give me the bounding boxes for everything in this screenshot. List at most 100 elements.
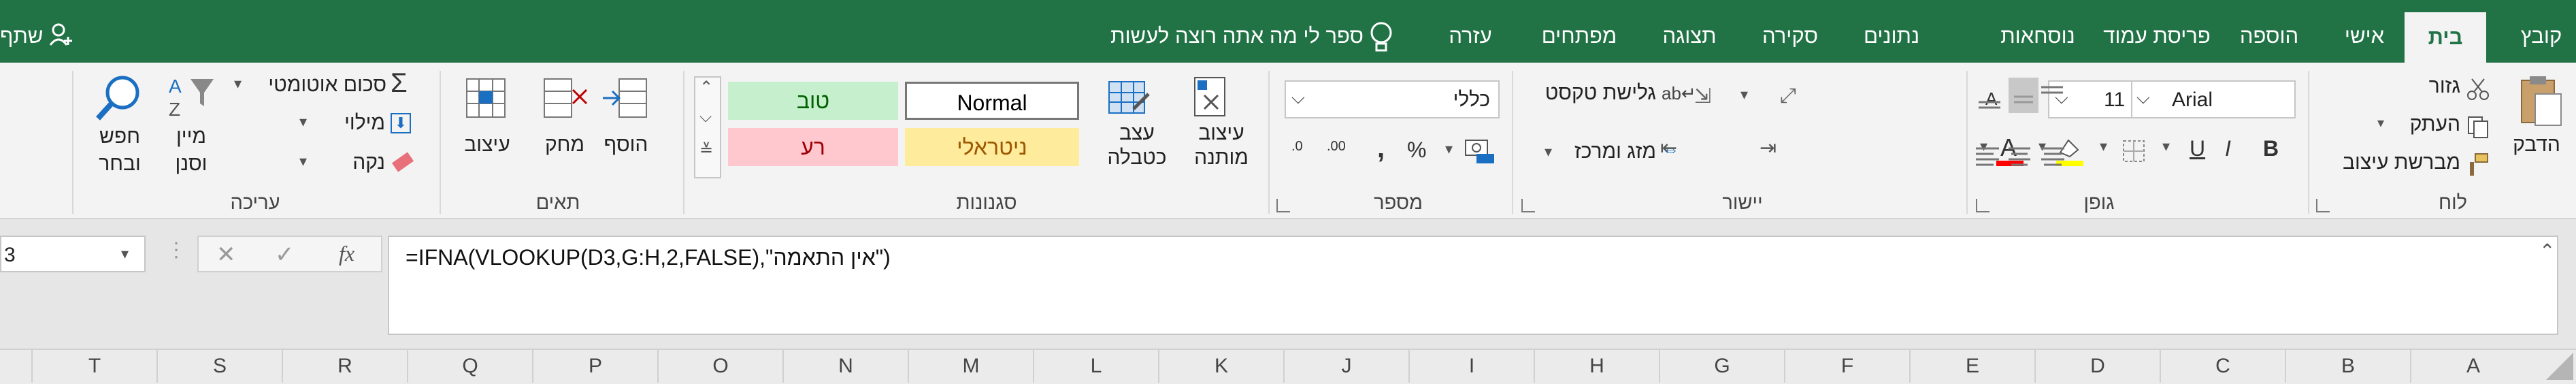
- autosum-button[interactable]: סכום אוטומטי: [257, 74, 386, 97]
- column-header-b[interactable]: B: [2285, 349, 2410, 383]
- insert-cells-icon[interactable]: [599, 74, 653, 125]
- decrease-decimal-button[interactable]: .0: [1291, 139, 1303, 155]
- orientation-dropdown-icon[interactable]: ▾: [1740, 86, 1748, 103]
- column-header-r[interactable]: R: [282, 349, 407, 383]
- number-launcher-icon[interactable]: [1276, 199, 1290, 212]
- enter-edit-icon[interactable]: ✓: [275, 241, 295, 268]
- column-header-k[interactable]: K: [1158, 349, 1283, 383]
- wrap-text-button[interactable]: גלישת טקסט: [1534, 82, 1656, 105]
- column-header-p[interactable]: P: [532, 349, 657, 383]
- column-header-q[interactable]: Q: [407, 349, 532, 383]
- alignment-launcher-icon[interactable]: [1521, 199, 1535, 212]
- column-header-o[interactable]: O: [657, 349, 782, 383]
- column-header-j[interactable]: J: [1283, 349, 1408, 383]
- format-button[interactable]: עיצוב: [453, 133, 521, 157]
- column-header-s[interactable]: S: [156, 349, 282, 383]
- insert-function-button[interactable]: fx: [339, 241, 354, 266]
- find-select-label-2[interactable]: ובחר: [86, 153, 154, 176]
- font-name-box[interactable]: Arial ⌵: [2130, 80, 2296, 118]
- column-header-a[interactable]: A: [2410, 349, 2535, 383]
- font-name-dropdown-icon[interactable]: ⌵: [2136, 87, 2150, 109]
- underline-dropdown-icon[interactable]: ▾: [2162, 138, 2170, 155]
- currency-icon[interactable]: [1463, 133, 1496, 166]
- fill-dropdown-icon[interactable]: ▾: [299, 113, 307, 131]
- clear-dropdown-icon[interactable]: ▾: [299, 153, 307, 170]
- name-box[interactable]: 3 ▾: [0, 236, 146, 272]
- column-header-h[interactable]: H: [1534, 349, 1659, 383]
- styles-gallery-scroller[interactable]: ⌃ ⌵ ≚: [694, 76, 721, 178]
- autosum-icon[interactable]: Σ: [391, 68, 408, 99]
- column-header-f[interactable]: F: [1784, 349, 1909, 383]
- tell-me-search[interactable]: ספר לי מה אתה רוצה לעשות: [1091, 0, 1364, 63]
- merge-center-icon[interactable]: ⇔: [1662, 139, 1679, 160]
- tab-data[interactable]: נתונים: [1851, 0, 1932, 63]
- column-header-d[interactable]: D: [2034, 349, 2160, 383]
- tab-home[interactable]: בית: [2405, 12, 2486, 63]
- style-good[interactable]: טוב: [728, 82, 898, 120]
- tab-view[interactable]: תצוגה: [1652, 0, 1727, 63]
- column-header-e[interactable]: E: [1909, 349, 2034, 383]
- column-header-c[interactable]: C: [2160, 349, 2285, 383]
- tab-insert[interactable]: הוספה: [2225, 0, 2313, 63]
- delete-cells-icon[interactable]: [538, 74, 592, 125]
- find-select-label-1[interactable]: חפש: [86, 125, 154, 148]
- column-header-m[interactable]: M: [908, 349, 1033, 383]
- tab-help[interactable]: עזרה: [1440, 0, 1501, 63]
- select-all-corner-icon[interactable]: [2532, 350, 2576, 383]
- formula-input[interactable]: =IFNA(VLOOKUP(D3,G:H,2,FALSE),"אין התאמה…: [388, 236, 2558, 335]
- tab-review[interactable]: סקירה: [1746, 0, 1834, 63]
- copy-icon[interactable]: [2466, 114, 2490, 139]
- tab-formulas[interactable]: נוסחאות: [1987, 0, 2089, 63]
- conditional-formatting-button[interactable]: עיצוב מותנה: [1184, 121, 1259, 170]
- increase-indent-icon[interactable]: ⇥: [1760, 136, 1777, 160]
- column-header-t[interactable]: T: [31, 349, 156, 383]
- number-format-dropdown-icon[interactable]: ⌵: [1291, 87, 1305, 109]
- name-box-dropdown-icon[interactable]: ▾: [121, 245, 129, 263]
- increase-decimal-button[interactable]: .00: [1327, 139, 1346, 155]
- merge-dropdown-icon[interactable]: ▾: [1545, 143, 1552, 161]
- percent-button[interactable]: %: [1407, 138, 1426, 163]
- fill-button[interactable]: מילוי: [313, 112, 385, 135]
- autosum-dropdown-icon[interactable]: ▾: [234, 75, 242, 93]
- italic-button[interactable]: I: [2225, 136, 2231, 161]
- cut-button[interactable]: גזור: [2409, 75, 2460, 98]
- gallery-more-icon[interactable]: ≚: [699, 140, 713, 160]
- clipboard-launcher-icon[interactable]: [2316, 199, 2330, 212]
- sort-filter-icon[interactable]: A Z: [166, 72, 216, 124]
- format-painter-button[interactable]: מברשת עיצוב: [2334, 151, 2460, 174]
- tab-personal[interactable]: אישי: [2334, 0, 2395, 63]
- format-cells-icon[interactable]: [460, 74, 514, 125]
- bold-button[interactable]: B: [2263, 136, 2279, 161]
- font-launcher-icon[interactable]: [1976, 199, 1989, 212]
- tab-file[interactable]: קובץ: [2511, 0, 2572, 63]
- currency-dropdown-icon[interactable]: ▾: [1445, 140, 1453, 158]
- insert-button[interactable]: הוסף: [592, 133, 660, 157]
- formula-bar-grip-icon[interactable]: ⋮: [166, 238, 186, 262]
- text-direction-icon[interactable]: ⤢: [1780, 84, 1796, 108]
- gallery-down-icon[interactable]: ⌵: [699, 108, 712, 127]
- tab-developer[interactable]: מפתחים: [1535, 0, 1623, 63]
- borders-dropdown-icon[interactable]: ▾: [2100, 138, 2107, 155]
- find-select-icon[interactable]: [93, 72, 147, 127]
- column-header-n[interactable]: N: [782, 349, 908, 383]
- sort-filter-label-1[interactable]: מיין: [161, 125, 222, 148]
- format-as-table-button[interactable]: עצב כטבלה: [1100, 121, 1174, 170]
- tab-page-layout[interactable]: פריסת עמוד: [2102, 0, 2211, 63]
- format-painter-icon[interactable]: [2466, 153, 2490, 177]
- copy-button[interactable]: העתק: [2395, 113, 2460, 136]
- underline-button[interactable]: U: [2190, 136, 2205, 161]
- gallery-up-icon[interactable]: ⌃: [699, 78, 713, 97]
- borders-icon[interactable]: [2121, 139, 2146, 163]
- collapse-formula-bar-icon[interactable]: ⌃: [2539, 240, 2555, 262]
- number-format-box[interactable]: כללי ⌵: [1285, 80, 1500, 118]
- fill-icon[interactable]: ⬇: [391, 113, 411, 133]
- style-neutral[interactable]: ניטראלי: [905, 128, 1079, 166]
- share-person-icon[interactable]: [48, 22, 75, 49]
- scissors-icon[interactable]: [2466, 76, 2490, 101]
- column-header-i[interactable]: I: [1408, 349, 1534, 383]
- conditional-formatting-icon[interactable]: [1191, 75, 1233, 123]
- cancel-edit-icon[interactable]: ✕: [216, 241, 236, 268]
- style-normal[interactable]: Normal: [905, 82, 1079, 120]
- sort-filter-label-2[interactable]: וסנן: [161, 153, 222, 176]
- orientation-icon[interactable]: ⇲: [1694, 84, 1711, 108]
